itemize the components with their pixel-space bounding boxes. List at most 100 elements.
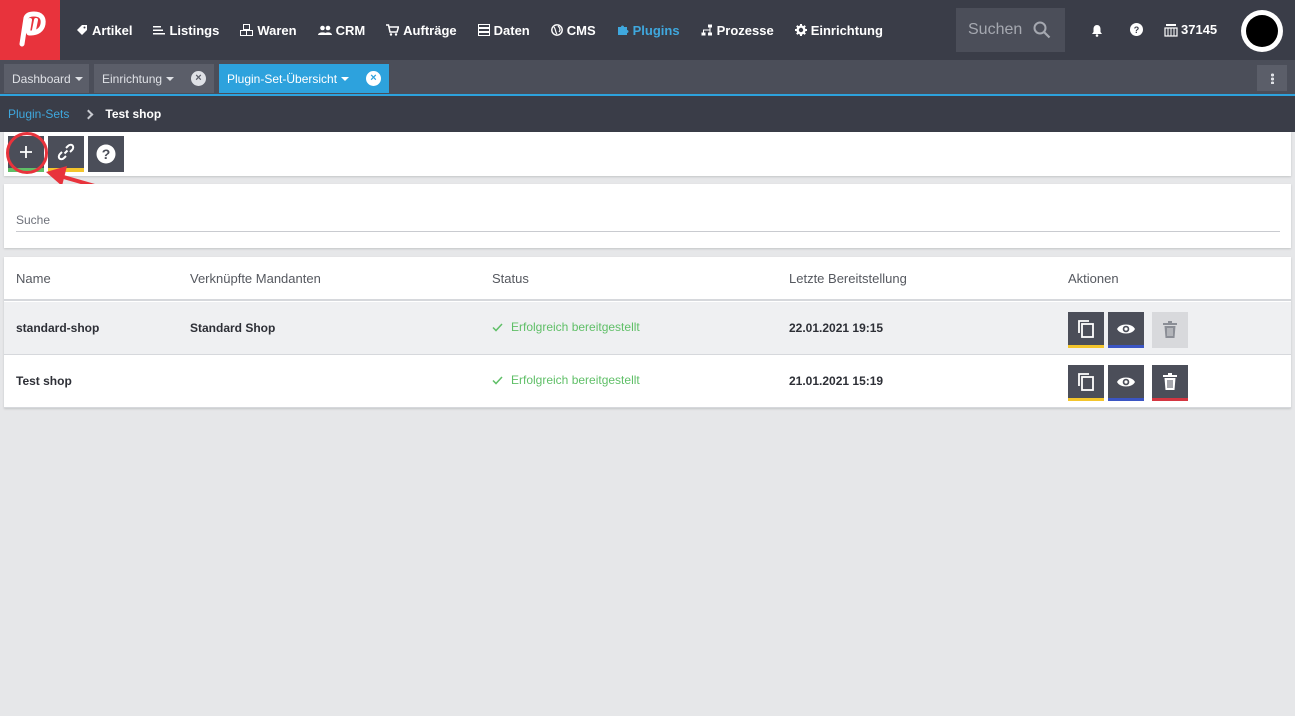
cell-name: Test shop	[16, 374, 72, 388]
nav-item-listings[interactable]: Listings	[153, 23, 219, 38]
nav-item-label: Listings	[169, 22, 220, 38]
global-search[interactable]: Suchen	[956, 8, 1065, 52]
search-input[interactable]	[16, 208, 1280, 232]
eye-icon	[1117, 324, 1135, 333]
cell-status: Erfolgreich bereitgestellt	[492, 320, 640, 334]
eye-icon	[1117, 377, 1135, 386]
svg-text:?: ?	[1134, 25, 1140, 35]
database-icon	[477, 24, 490, 36]
tab-label: Einrichtung	[102, 71, 163, 86]
tab-plugin-set-uebersicht[interactable]: Plugin-Set-Übersicht ×	[219, 64, 389, 93]
question-icon: ?	[96, 144, 116, 164]
nav-item-label: Daten	[493, 22, 530, 38]
tab-dashboard[interactable]: Dashboard	[4, 64, 89, 93]
nav-item-label: Prozesse	[716, 22, 774, 38]
close-tab-icon[interactable]: ×	[191, 71, 206, 86]
cell-status: Erfolgreich bereitgestellt	[492, 373, 640, 387]
nav-item-auftraege[interactable]: Aufträge	[386, 22, 457, 38]
check-icon	[492, 322, 503, 332]
plenty-id-value: 37145	[1181, 22, 1218, 37]
delete-button[interactable]	[1152, 365, 1188, 401]
trash-icon	[1163, 372, 1177, 390]
toolbar: ?	[4, 132, 1291, 176]
breadcrumb-plugin-sets[interactable]: Plugin-Sets	[8, 107, 69, 121]
svg-text:?: ?	[102, 146, 111, 162]
chevron-right-icon	[83, 109, 94, 119]
table-row[interactable]: standard-shop Standard Shop Erfolgreich …	[4, 302, 1291, 355]
column-header-last-deploy[interactable]: Letzte Bereitstellung	[789, 271, 907, 286]
cell-clients: Standard Shop	[190, 321, 276, 335]
plentymarkets-logo[interactable]	[0, 0, 60, 60]
copy-icon	[1078, 372, 1094, 391]
caret-down-icon[interactable]	[341, 76, 350, 81]
link-button[interactable]	[48, 136, 84, 172]
table-row[interactable]: Test shop Erfolgreich bereitgestellt 21.…	[4, 355, 1291, 408]
more-vertical-icon	[1270, 72, 1274, 84]
nav-item-label: Plugins	[632, 22, 680, 38]
view-button[interactable]	[1108, 365, 1144, 401]
listings-icon	[153, 26, 166, 35]
help-icon: ?	[1130, 23, 1143, 36]
caret-down-icon[interactable]	[74, 76, 83, 81]
search-icon	[1033, 21, 1051, 39]
caret-down-icon[interactable]	[166, 76, 175, 81]
copy-button[interactable]	[1068, 365, 1104, 401]
tab-bar: Dashboard Einrichtung × Plugin-Set-Übers…	[0, 60, 1295, 95]
nav-item-label: Aufträge	[403, 22, 457, 38]
nav-item-daten[interactable]: Daten	[477, 22, 530, 38]
nav-item-plugins[interactable]: Plugins	[617, 23, 680, 38]
nav-item-waren[interactable]: Waren	[240, 22, 297, 38]
nav-item-label: Artikel	[92, 22, 133, 38]
nav-item-crm[interactable]: CRM	[317, 23, 365, 38]
tag-icon	[77, 25, 87, 35]
global-search-placeholder: Suchen	[968, 21, 1023, 38]
nav-item-prozesse[interactable]: Prozesse	[701, 23, 774, 38]
avatar-image	[1246, 15, 1278, 47]
plenty-id[interactable]: 37145	[1164, 22, 1217, 37]
delete-button[interactable]	[1152, 312, 1188, 348]
nav-item-label: CMS	[566, 22, 596, 38]
cell-last-deploy: 21.01.2021 15:19	[789, 374, 884, 388]
annotation-highlight-circle	[6, 132, 48, 174]
table-header: Name Verknüpfte Mandanten Status Letzte …	[4, 257, 1291, 301]
search-card	[4, 184, 1291, 248]
main-menu: Artikel Listings Waren CRM Aufträge Date…	[76, 0, 904, 60]
copy-button[interactable]	[1068, 312, 1104, 348]
help-button[interactable]: ?	[1130, 23, 1143, 41]
check-icon	[492, 375, 503, 385]
nav-item-label: Waren	[257, 22, 297, 38]
puzzle-icon	[617, 25, 629, 35]
cell-name: standard-shop	[16, 321, 100, 335]
nav-item-cms[interactable]: CMS	[550, 22, 596, 38]
tab-label: Plugin-Set-Übersicht	[227, 71, 338, 86]
gear-icon	[794, 24, 807, 36]
status-text: Erfolgreich bereitgestellt	[511, 373, 640, 387]
column-header-status[interactable]: Status	[492, 271, 529, 286]
trash-icon	[1163, 321, 1177, 338]
close-tab-icon[interactable]: ×	[366, 71, 381, 86]
tab-label: Dashboard	[12, 71, 71, 86]
cart-icon	[386, 24, 400, 36]
shop-id-icon	[1164, 23, 1178, 37]
globe-icon	[550, 24, 563, 36]
nav-item-label: Einrichtung	[810, 22, 883, 38]
notifications-button[interactable]	[1090, 23, 1104, 42]
nav-item-artikel[interactable]: Artikel	[76, 23, 132, 38]
breadcrumb: Plugin-Sets Test shop	[0, 96, 1295, 132]
bell-icon	[1092, 25, 1102, 37]
top-navigation: Artikel Listings Waren CRM Aufträge Date…	[0, 0, 1295, 60]
tab-menu-button[interactable]	[1257, 65, 1287, 91]
link-icon	[57, 143, 75, 161]
column-header-name[interactable]: Name	[16, 271, 51, 286]
column-header-actions: Aktionen	[1068, 271, 1119, 286]
column-header-clients[interactable]: Verknüpfte Mandanten	[190, 271, 321, 286]
nav-item-einrichtung[interactable]: Einrichtung	[794, 22, 883, 38]
user-avatar[interactable]	[1241, 10, 1283, 52]
boxes-icon	[240, 24, 254, 36]
plugin-sets-table: Name Verknüpfte Mandanten Status Letzte …	[4, 257, 1291, 408]
tab-einrichtung[interactable]: Einrichtung ×	[94, 64, 214, 93]
cell-last-deploy: 22.01.2021 19:15	[789, 321, 884, 335]
view-button[interactable]	[1108, 312, 1144, 348]
toolbar-help-button[interactable]: ?	[88, 136, 124, 172]
status-text: Erfolgreich bereitgestellt	[511, 320, 640, 334]
